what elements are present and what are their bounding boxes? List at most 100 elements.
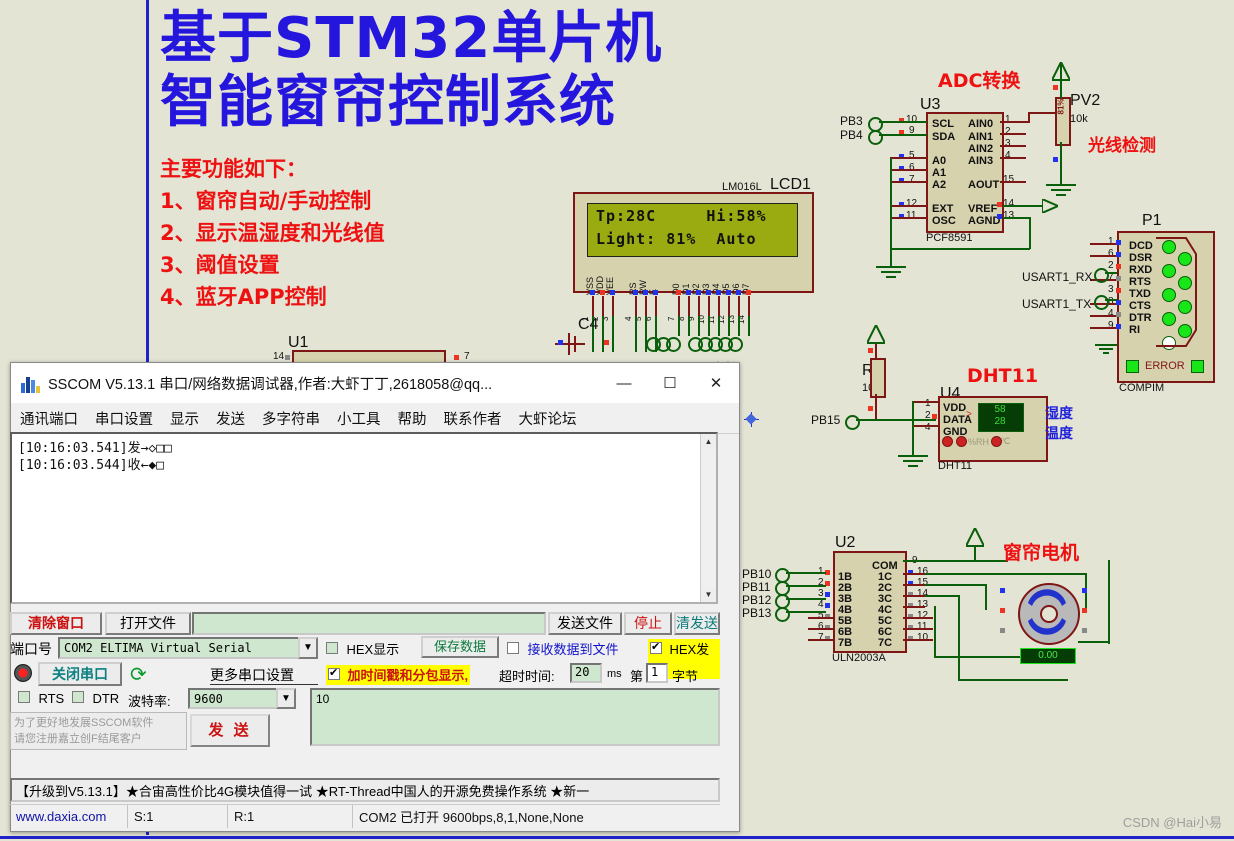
byte-prefix-label: 第: [630, 669, 644, 684]
menu-item-help[interactable]: 帮助: [398, 408, 427, 429]
dtr-checkbox-row[interactable]: DTR: [72, 690, 119, 708]
wire: [1000, 145, 1026, 147]
file-path-input[interactable]: [192, 612, 546, 635]
db9-shell-outline: [1156, 237, 1197, 347]
rts-label: RTS: [38, 691, 65, 706]
receive-textarea[interactable]: [10:16:03.541]发→◇□□ [10:16:03.544]收←◆□ ▲…: [10, 432, 718, 604]
status-port-state: COM2 已打开 9600bps,8,1,None,None: [359, 810, 584, 825]
u2-part-name: ULN2003A: [832, 652, 886, 664]
u1-pinno-7: 7: [464, 351, 470, 362]
adc-pinno-12: 12: [906, 198, 918, 209]
menu-item-forum[interactable]: 大虾论坛: [519, 408, 577, 429]
pin-marker: [643, 290, 648, 295]
recv-to-file-checkbox[interactable]: [507, 642, 519, 654]
feature-item-4: 4、蓝牙APP控制: [160, 285, 327, 309]
window-titlebar[interactable]: SSCOM V5.13.1 串口/网络数据调试器,作者:大虾丁丁,2618058…: [11, 363, 739, 403]
watermark: CSDN @Hai小易: [1122, 815, 1222, 830]
adc-pin-a0: A0: [932, 155, 947, 167]
menu-item-send[interactable]: 发送: [216, 408, 245, 429]
stop-button[interactable]: 停止: [624, 612, 672, 635]
adc-section-label: ADC转换: [938, 70, 1021, 92]
hex-display-checkbox[interactable]: [326, 642, 338, 654]
vcc-arrow-icon: [966, 528, 984, 547]
ground-symbol: [881, 271, 901, 273]
dht-indicator-a: [942, 436, 953, 447]
pin-marker: [633, 290, 638, 295]
rts-checkbox-row[interactable]: RTS: [18, 690, 64, 708]
more-port-settings-link[interactable]: 更多串口设置: [210, 665, 294, 685]
clear-window-button[interactable]: 清除窗口: [10, 612, 102, 635]
adc-part-name: PCF8591: [926, 232, 973, 244]
byte-suffix-label: 字节: [672, 669, 699, 684]
scroll-up-icon[interactable]: ▲: [701, 434, 716, 449]
net-pb10: PB10: [742, 567, 772, 581]
hex-send-checkbox[interactable]: [650, 640, 662, 654]
menu-item-comm-port[interactable]: 通讯端口: [20, 408, 78, 429]
wire: [1003, 217, 1031, 219]
window-controls[interactable]: — ☐ ✕: [601, 363, 739, 403]
timestamp-checkbox[interactable]: [328, 666, 340, 680]
wire: [1028, 113, 1030, 123]
adc-pin-sda: SDA: [932, 131, 956, 143]
baud-dropdown-arrow-icon[interactable]: ▼: [276, 688, 296, 709]
p1-pinno-1: 1: [1108, 236, 1114, 247]
pot-value: 10k: [1070, 113, 1088, 125]
timestamp-checkbox-row[interactable]: 加时间戳和分包显示,: [326, 665, 471, 685]
lcd-pinno: 7: [667, 316, 676, 321]
menu-bar[interactable]: 通讯端口 串口设置 显示 发送 多字符串 小工具 帮助 联系作者 大虾论坛: [11, 403, 739, 434]
u2-pinno-6: 6: [818, 621, 824, 632]
recv-to-file-label: 接收数据到文件: [527, 642, 619, 657]
menu-item-contact[interactable]: 联系作者: [444, 408, 502, 429]
menu-item-multistring[interactable]: 多字符串: [262, 408, 320, 429]
send-file-button[interactable]: 发送文件: [548, 612, 622, 635]
send-button[interactable]: 发 送: [190, 714, 270, 747]
maximize-button[interactable]: ☐: [647, 363, 693, 403]
timeout-input[interactable]: 20: [570, 663, 602, 683]
open-file-button[interactable]: 打开文件: [105, 612, 191, 635]
p1-pin-dsr: DSR: [1129, 252, 1153, 264]
wire: [890, 157, 926, 159]
pin-marker: [706, 290, 711, 295]
port-select[interactable]: COM2 ELTIMA Virtual Serial: [58, 637, 318, 659]
net-pb15: PB15: [811, 413, 841, 427]
menu-item-tools[interactable]: 小工具: [337, 408, 381, 429]
menu-item-display[interactable]: 显示: [170, 408, 199, 429]
net-pb4: PB4: [840, 128, 863, 142]
port-dropdown-arrow-icon[interactable]: ▼: [298, 637, 318, 659]
dht-pin-vdd: VDD: [943, 402, 967, 414]
save-data-button[interactable]: 保存数据: [421, 636, 499, 658]
dht-marker: >: [966, 409, 972, 420]
promo-ticker[interactable]: 【升级到V5.13.1】★合宙高性价比4G模块值得一试 ★RT-Thread中国…: [10, 778, 720, 802]
u2-pinno-13: 13: [917, 599, 929, 610]
minimize-button[interactable]: —: [601, 363, 647, 403]
close-port-button[interactable]: 关闭串口: [38, 662, 122, 686]
dht-part-name: DHT11: [938, 460, 973, 472]
p1-pinno-9: 9: [1108, 320, 1114, 331]
receive-scrollbar[interactable]: ▲ ▼: [700, 434, 716, 602]
pin-marker: [746, 290, 751, 295]
refresh-icon[interactable]: ⟳: [130, 662, 147, 687]
dtr-checkbox[interactable]: [72, 691, 84, 703]
rts-checkbox[interactable]: [18, 691, 30, 703]
feature-item-2: 2、显示温湿度和光线值: [160, 221, 385, 245]
status-website[interactable]: www.daxia.com: [10, 805, 128, 828]
recv-to-file-checkbox-row[interactable]: 接收数据到文件: [507, 639, 618, 659]
page-title-line2: 智能窗帘控制系统: [160, 70, 616, 135]
sscom-control-panel[interactable]: 清除窗口 打开文件 发送文件 停止 清发送区 端口号 COM2 ELTIMA V…: [10, 608, 720, 750]
close-button[interactable]: ✕: [693, 363, 739, 403]
pin-marker: [736, 290, 741, 295]
pin-marker: [1053, 157, 1058, 162]
menu-item-port-setup[interactable]: 串口设置: [95, 408, 153, 429]
pin-marker: [997, 214, 1002, 219]
p1-pinno-4: 4: [1108, 308, 1114, 319]
scroll-down-icon[interactable]: ▼: [701, 587, 716, 602]
byte-index-input[interactable]: 1: [646, 663, 668, 683]
u2-pinno-16: 16: [917, 566, 929, 577]
hex-display-checkbox-row[interactable]: HEX显示: [326, 639, 399, 659]
clear-send-button[interactable]: 清发送区: [674, 612, 720, 635]
dht-humidity-label: 湿度: [1045, 406, 1073, 422]
adc-pinno-3: 3: [1005, 138, 1011, 149]
send-textarea[interactable]: 10: [310, 688, 720, 746]
u2-pin-7c: 7C: [878, 637, 893, 649]
adc-pin-vref: VREF: [968, 203, 998, 215]
